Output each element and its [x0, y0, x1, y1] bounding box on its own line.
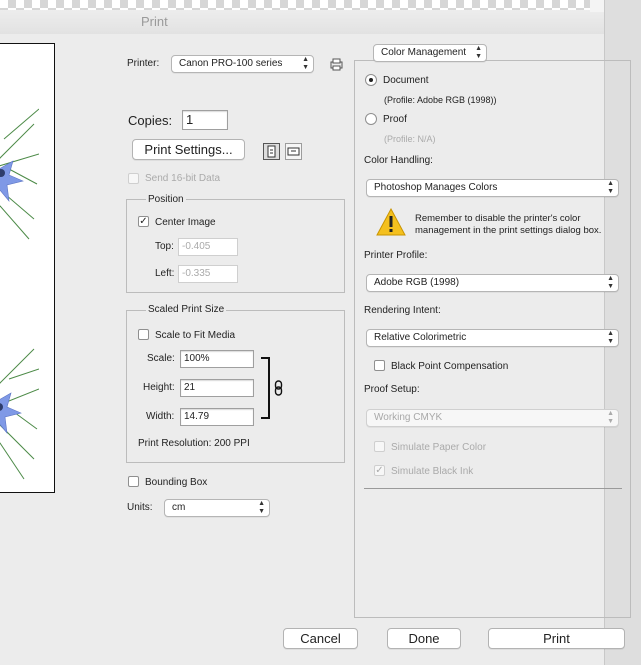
width-input[interactable]: 14.79 — [180, 408, 254, 426]
simulate-paper-label: Simulate Paper Color — [391, 442, 487, 453]
position-group-title: Position — [146, 194, 186, 205]
section-popup[interactable]: Color Management ▲ ▼ — [373, 44, 487, 62]
bounding-box-checkbox[interactable] — [128, 476, 139, 487]
flower-image-bottom — [0, 348, 39, 480]
flower-image-top — [0, 108, 39, 240]
black-point-label: Black Point Compensation — [391, 361, 509, 372]
portrait-orientation-icon[interactable] — [263, 143, 280, 160]
chain-link-icon[interactable] — [274, 380, 283, 396]
warning-message: Remember to disable the printer's color … — [415, 213, 602, 236]
scale-to-fit-checkbox[interactable] — [138, 329, 149, 340]
height-label: Height: — [143, 382, 175, 393]
printer-setup-icon[interactable] — [329, 57, 344, 71]
height-input[interactable]: 21 — [180, 379, 254, 397]
transparency-checker-strip — [0, 0, 641, 10]
bounding-box-label: Bounding Box — [145, 477, 208, 488]
link-bracket — [261, 357, 270, 419]
popup-arrows-icon: ▲ ▼ — [607, 275, 614, 290]
scale-to-fit-label: Scale to Fit Media — [155, 330, 236, 341]
printer-profile-label: Printer Profile: — [364, 250, 428, 261]
title-bar — [0, 10, 641, 34]
section-divider — [364, 488, 622, 489]
landscape-orientation-icon[interactable] — [285, 143, 302, 160]
units-popup-value: cm — [172, 502, 186, 513]
printer-label: Printer: — [127, 58, 160, 69]
popup-arrows-icon: ▲ ▼ — [475, 45, 482, 60]
copies-input[interactable]: 1 — [182, 110, 228, 130]
popup-arrows-icon: ▲ ▼ — [258, 500, 265, 515]
scaled-print-size-title: Scaled Print Size — [146, 304, 227, 315]
proof-radio[interactable] — [365, 113, 377, 125]
black-point-checkbox[interactable] — [374, 360, 385, 371]
copies-label: Copies: — [128, 113, 173, 128]
window-title: Print — [141, 14, 168, 29]
proof-setup-popup[interactable]: Working CMYK ▲ ▼ — [366, 409, 619, 427]
window-edge-strip — [590, 0, 604, 12]
popup-arrows-icon: ▲ ▼ — [607, 330, 614, 345]
printer-profile-value: Adobe RGB (1998) — [374, 277, 460, 288]
color-handling-label: Color Handling: — [364, 155, 433, 166]
send-16bit-label: Send 16-bit Data — [145, 173, 221, 184]
scale-input[interactable]: 100% — [180, 350, 254, 368]
document-radio[interactable] — [365, 74, 377, 86]
simulate-black-checkbox[interactable]: ✓ — [374, 465, 385, 476]
proof-setup-value: Working CMYK — [374, 412, 443, 423]
color-handling-popup[interactable]: Photoshop Manages Colors ▲ ▼ — [366, 179, 619, 197]
scale-label: Scale: — [147, 353, 175, 364]
print-settings-button[interactable]: Print Settings... — [132, 139, 245, 160]
document-profile: (Profile: Adobe RGB (1998)) — [384, 95, 497, 105]
color-handling-value: Photoshop Manages Colors — [374, 182, 498, 193]
popup-arrows-icon: ▲ ▼ — [607, 180, 614, 195]
center-image-label: Center Image — [155, 217, 216, 228]
done-button[interactable]: Done — [387, 628, 461, 649]
rendering-intent-popup[interactable]: Relative Colorimetric ▲ ▼ — [366, 329, 619, 347]
units-label: Units: — [127, 502, 153, 513]
send-16bit-checkbox[interactable] — [128, 173, 139, 184]
units-popup[interactable]: cm ▲ ▼ — [164, 499, 270, 517]
width-label: Width: — [146, 411, 175, 422]
popup-arrows-icon: ▲ ▼ — [607, 410, 614, 425]
proof-profile: (Profile: N/A) — [384, 134, 436, 144]
center-image-checkbox[interactable]: ✓ — [138, 216, 149, 227]
section-popup-value: Color Management — [381, 47, 467, 58]
rendering-intent-value: Relative Colorimetric — [374, 332, 467, 343]
print-preview — [0, 43, 55, 493]
print-button[interactable]: Print — [488, 628, 625, 649]
simulate-black-label: Simulate Black Ink — [391, 466, 474, 477]
top-label: Top: — [155, 241, 174, 252]
cancel-button[interactable]: Cancel — [283, 628, 358, 649]
popup-arrows-icon: ▲ ▼ — [302, 56, 309, 71]
warning-triangle-icon — [376, 207, 406, 236]
left-input[interactable]: -0.335 — [178, 265, 238, 283]
top-input[interactable]: -0.405 — [178, 238, 238, 256]
printer-profile-popup[interactable]: Adobe RGB (1998) ▲ ▼ — [366, 274, 619, 292]
rendering-intent-label: Rendering Intent: — [364, 305, 441, 316]
proof-label: Proof — [383, 114, 407, 125]
printer-popup-value: Canon PRO-100 series — [179, 58, 283, 69]
simulate-paper-checkbox[interactable] — [374, 441, 385, 452]
left-label: Left: — [155, 268, 175, 279]
proof-setup-label: Proof Setup: — [364, 384, 420, 395]
document-label: Document — [383, 75, 429, 86]
print-resolution: Print Resolution: 200 PPI — [138, 438, 250, 449]
printer-popup[interactable]: Canon PRO-100 series ▲ ▼ — [171, 55, 314, 73]
